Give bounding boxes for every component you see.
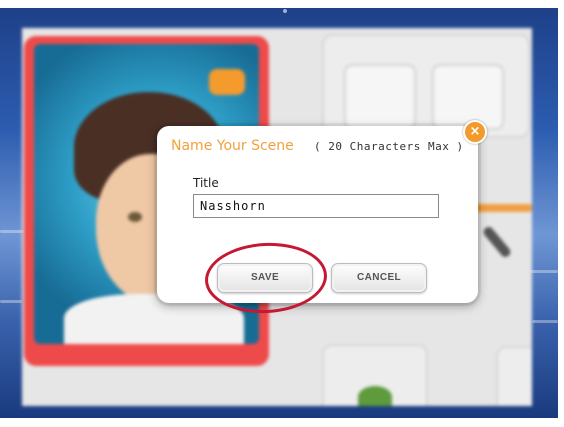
background-streak — [530, 270, 558, 273]
background-streak — [0, 300, 22, 303]
background-streak — [532, 320, 558, 323]
tool-bar — [472, 204, 532, 212]
speech-badge — [209, 69, 245, 95]
customize-thumb-2 — [432, 64, 504, 130]
right-border — [558, 0, 564, 427]
top-border — [0, 0, 564, 8]
bottom-border — [0, 418, 564, 427]
character-eye — [128, 212, 142, 222]
plant-icon — [358, 386, 392, 406]
bottom-panel-right — [496, 346, 532, 406]
close-icon[interactable]: × — [463, 120, 487, 144]
dialog-subtitle: ( 20 Characters Max ) — [314, 140, 464, 153]
title-field-label: Title — [193, 176, 219, 190]
dialog-title: Name Your Scene — [171, 138, 294, 154]
cancel-button[interactable]: CANCEL — [331, 263, 427, 293]
top-marker — [283, 9, 287, 13]
title-input[interactable] — [193, 194, 439, 218]
customize-thumb-1 — [344, 64, 416, 130]
microphone-icon — [481, 224, 513, 260]
